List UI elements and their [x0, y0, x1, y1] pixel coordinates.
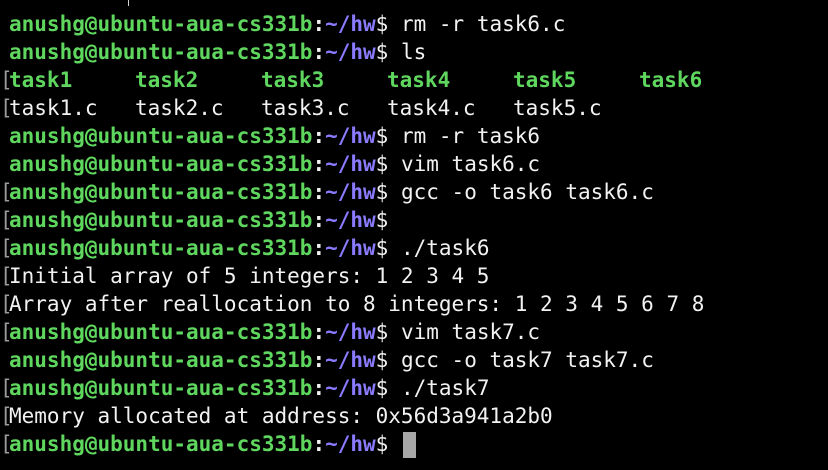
- directory-entry: task3: [261, 68, 325, 92]
- prompt-user-host: anushg@ubuntu-aua-cs331b: [9, 432, 313, 456]
- prompt-line: [anushg@ubuntu-aua-cs331b:~/hw$ vim task…: [0, 318, 540, 346]
- directory-entry: task6: [639, 68, 703, 92]
- prompt-path: ~/hw: [325, 208, 376, 232]
- prompt-line: anushg@ubuntu-aua-cs331b:~/hw$ vim task6…: [0, 150, 540, 178]
- prompt-symbol: $: [375, 152, 389, 176]
- line-marker: [: [0, 376, 13, 400]
- file-entry: task5.c: [513, 96, 602, 120]
- prompt-colon: :: [312, 124, 326, 148]
- prompt-user-host: anushg@ubuntu-aua-cs331b: [9, 376, 313, 400]
- prompt-path: ~/hw: [325, 180, 376, 204]
- prompt-colon: :: [312, 208, 326, 232]
- prompt-line: anushg@ubuntu-aua-cs331b:~/hw$ rm -r tas…: [0, 122, 540, 150]
- ls-output-line: [task1 task2 task3 task4 task5 task6: [0, 66, 765, 94]
- terminal-window[interactable]: anushg@ubuntu-aua-cs331b:~/hw$ rm -r tas…: [0, 0, 828, 470]
- prompt-symbol: $: [375, 12, 389, 36]
- program-output-text: Memory allocated at address: 0x56d3a941a…: [9, 404, 553, 428]
- prompt-symbol: $: [375, 40, 389, 64]
- line-marker: [: [0, 404, 13, 428]
- prompt-path: ~/hw: [325, 152, 376, 176]
- prompt-line: anushg@ubuntu-aua-cs331b:~/hw$ ls: [0, 38, 426, 66]
- prompt-line: anushg@ubuntu-aua-cs331b:~/hw$ rm -r tas…: [0, 10, 565, 38]
- prompt-symbol: $: [375, 208, 389, 232]
- program-output-text: Array after reallocation to 8 integers: …: [9, 292, 705, 316]
- prompt-path: ~/hw: [325, 236, 376, 260]
- prompt-colon: :: [312, 432, 326, 456]
- line-marker: [: [0, 68, 13, 92]
- prompt-colon: :: [312, 40, 326, 64]
- prompt-symbol: $: [375, 320, 389, 344]
- file-entry: task1.c: [9, 96, 98, 120]
- file-entry: task2.c: [135, 96, 224, 120]
- command-text: gcc -o task7 task7.c: [400, 348, 654, 372]
- directory-entry: task1: [9, 68, 73, 92]
- prompt-user-host: anushg@ubuntu-aua-cs331b: [9, 348, 313, 372]
- command-text: rm -r task6.c: [400, 12, 566, 36]
- prompt-line: [anushg@ubuntu-aua-cs331b:~/hw$ ./task6: [0, 234, 490, 262]
- output-line: [Memory allocated at address: 0x56d3a941…: [0, 402, 553, 430]
- prompt-symbol: $: [375, 180, 389, 204]
- command-text: ls: [400, 40, 427, 64]
- prompt-colon: :: [312, 180, 326, 204]
- directory-entry: task5: [513, 68, 577, 92]
- line-marker: [: [0, 208, 13, 232]
- prompt-symbol: $: [375, 124, 389, 148]
- line-marker: [: [0, 96, 13, 120]
- text-cursor[interactable]: [402, 432, 416, 458]
- prompt-user-host: anushg@ubuntu-aua-cs331b: [9, 12, 313, 36]
- prompt-path: ~/hw: [325, 376, 376, 400]
- command-text: gcc -o task6 task6.c: [400, 180, 654, 204]
- command-text: vim task6.c: [400, 152, 541, 176]
- prompt-user-host: anushg@ubuntu-aua-cs331b: [9, 208, 313, 232]
- prompt-user-host: anushg@ubuntu-aua-cs331b: [9, 236, 313, 260]
- prompt-user-host: anushg@ubuntu-aua-cs331b: [9, 180, 313, 204]
- prompt-line: [anushg@ubuntu-aua-cs331b:~/hw$: [0, 430, 416, 458]
- line-marker: [: [0, 264, 13, 288]
- line-marker: [: [0, 236, 13, 260]
- prompt-path: ~/hw: [325, 348, 376, 372]
- command-text: vim task7.c: [400, 320, 541, 344]
- command-text: ./task7: [400, 376, 490, 400]
- prompt-symbol: $: [375, 432, 389, 456]
- scroll-tick-mark: [128, 0, 129, 6]
- prompt-path: ~/hw: [325, 40, 376, 64]
- prompt-path: ~/hw: [325, 432, 376, 456]
- prompt-user-host: anushg@ubuntu-aua-cs331b: [9, 152, 313, 176]
- file-entry: task3.c: [261, 96, 350, 120]
- line-marker: [: [0, 320, 13, 344]
- line-marker: [: [0, 432, 13, 456]
- prompt-symbol: $: [375, 376, 389, 400]
- directory-entry: task4: [387, 68, 451, 92]
- output-line: [Array after reallocation to 8 integers:…: [0, 290, 704, 318]
- prompt-user-host: anushg@ubuntu-aua-cs331b: [9, 320, 313, 344]
- prompt-colon: :: [312, 376, 326, 400]
- ls-output-line: [task1.c task2.c task3.c task4.c task5.c: [0, 94, 639, 122]
- command-text: rm -r task6: [400, 124, 541, 148]
- prompt-colon: :: [312, 320, 326, 344]
- prompt-colon: :: [312, 12, 326, 36]
- prompt-colon: :: [312, 236, 326, 260]
- prompt-line: [anushg@ubuntu-aua-cs331b:~/hw$ gcc -o t…: [0, 178, 654, 206]
- prompt-line: anushg@ubuntu-aua-cs331b:~/hw$ gcc -o ta…: [0, 346, 654, 374]
- prompt-path: ~/hw: [325, 124, 376, 148]
- prompt-line: [anushg@ubuntu-aua-cs331b:~/hw$ ./task7: [0, 374, 490, 402]
- prompt-line: [anushg@ubuntu-aua-cs331b:~/hw$: [0, 206, 401, 234]
- prompt-user-host: anushg@ubuntu-aua-cs331b: [9, 124, 313, 148]
- prompt-user-host: anushg@ubuntu-aua-cs331b: [9, 40, 313, 64]
- prompt-colon: :: [312, 152, 326, 176]
- line-marker: [: [0, 292, 13, 316]
- prompt-path: ~/hw: [325, 320, 376, 344]
- prompt-symbol: $: [375, 236, 389, 260]
- line-marker: [: [0, 180, 13, 204]
- command-text: ./task6: [400, 236, 490, 260]
- prompt-symbol: $: [375, 348, 389, 372]
- prompt-path: ~/hw: [325, 12, 376, 36]
- prompt-colon: :: [312, 348, 326, 372]
- output-line: [Initial array of 5 integers: 1 2 3 4 5: [0, 262, 489, 290]
- program-output-text: Initial array of 5 integers: 1 2 3 4 5: [9, 264, 490, 288]
- file-entry: task4.c: [387, 96, 476, 120]
- directory-entry: task2: [135, 68, 199, 92]
